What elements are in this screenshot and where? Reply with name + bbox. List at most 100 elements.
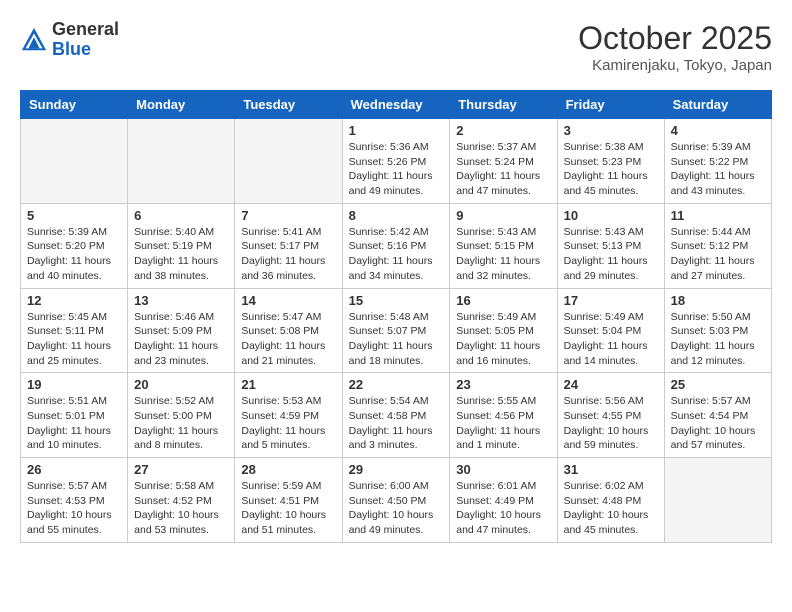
logo-general: General <box>52 20 119 40</box>
cell-info: Sunrise: 5:39 AM Sunset: 5:20 PM Dayligh… <box>27 225 121 284</box>
cell-info: Sunrise: 5:59 AM Sunset: 4:51 PM Dayligh… <box>241 479 335 538</box>
calendar-cell: 13Sunrise: 5:46 AM Sunset: 5:09 PM Dayli… <box>128 288 235 373</box>
calendar-cell: 6 Sunrise: 5:40 AM Sunset: 5:19 PM Daylig… <box>128 203 235 288</box>
day-number: 14 <box>241 293 335 308</box>
logo: General Blue <box>20 20 119 60</box>
cell-info: Sunrise: 5:40 AM Sunset: 5:19 PM Dayligh… <box>134 225 228 284</box>
day-number: 9 <box>456 208 550 223</box>
day-number: 5 <box>27 208 121 223</box>
calendar-cell: 10 Sunrise: 5:43 AM Sunset: 5:13 PM Dayli… <box>557 203 664 288</box>
cell-info: Sunrise: 5:56 AM Sunset: 4:55 PM Dayligh… <box>564 394 658 453</box>
week-row-3: 12Sunrise: 5:45 AM Sunset: 5:11 PM Dayli… <box>21 288 772 373</box>
calendar-cell: 28 Sunrise: 5:59 AM Sunset: 4:51 PM Dayli… <box>235 458 342 543</box>
cell-info: Sunrise: 5:53 AM Sunset: 4:59 PM Dayligh… <box>241 394 335 453</box>
calendar-cell: 27 Sunrise: 5:58 AM Sunset: 4:52 PM Dayli… <box>128 458 235 543</box>
calendar-cell: 14Sunrise: 5:47 AM Sunset: 5:08 PM Dayli… <box>235 288 342 373</box>
column-header-wednesday: Wednesday <box>342 91 450 119</box>
day-number: 28 <box>241 462 335 477</box>
cell-info: Sunrise: 5:57 AM Sunset: 4:54 PM Dayligh… <box>671 394 765 453</box>
month-title: October 2025 <box>578 20 772 57</box>
cell-info: Sunrise: 5:57 AM Sunset: 4:53 PM Dayligh… <box>27 479 121 538</box>
calendar-cell: 5 Sunrise: 5:39 AM Sunset: 5:20 PM Daylig… <box>21 203 128 288</box>
day-number: 13 <box>134 293 228 308</box>
column-header-saturday: Saturday <box>664 91 771 119</box>
logo-blue: Blue <box>52 40 119 60</box>
location: Kamirenjaku, Tokyo, Japan <box>578 57 772 74</box>
day-number: 23 <box>456 377 550 392</box>
day-number: 17 <box>564 293 658 308</box>
calendar-cell: 22 Sunrise: 5:54 AM Sunset: 4:58 PM Dayli… <box>342 373 450 458</box>
cell-info: Sunrise: 5:49 AM Sunset: 5:04 PM Dayligh… <box>564 310 658 369</box>
day-number: 27 <box>134 462 228 477</box>
week-row-2: 5 Sunrise: 5:39 AM Sunset: 5:20 PM Daylig… <box>21 203 772 288</box>
cell-info: Sunrise: 5:43 AM Sunset: 5:13 PM Dayligh… <box>564 225 658 284</box>
cell-info: Sunrise: 6:01 AM Sunset: 4:49 PM Dayligh… <box>456 479 550 538</box>
calendar-cell <box>235 119 342 204</box>
day-number: 6 <box>134 208 228 223</box>
day-number: 30 <box>456 462 550 477</box>
cell-info: Sunrise: 5:51 AM Sunset: 5:01 PM Dayligh… <box>27 394 121 453</box>
cell-info: Sunrise: 5:41 AM Sunset: 5:17 PM Dayligh… <box>241 225 335 284</box>
calendar-cell: 18 Sunrise: 5:50 AM Sunset: 5:03 PM Dayli… <box>664 288 771 373</box>
page-header: General Blue October 2025 Kamirenjaku, T… <box>20 20 772 74</box>
cell-info: Sunrise: 5:50 AM Sunset: 5:03 PM Dayligh… <box>671 310 765 369</box>
cell-info: Sunrise: 5:58 AM Sunset: 4:52 PM Dayligh… <box>134 479 228 538</box>
calendar-cell: 30 Sunrise: 6:01 AM Sunset: 4:49 PM Dayli… <box>450 458 557 543</box>
cell-info: Sunrise: 5:43 AM Sunset: 5:15 PM Dayligh… <box>456 225 550 284</box>
calendar-cell: 23 Sunrise: 5:55 AM Sunset: 4:56 PM Dayli… <box>450 373 557 458</box>
calendar-cell: 1 Sunrise: 5:36 AM Sunset: 5:26 PM Daylig… <box>342 119 450 204</box>
day-number: 31 <box>564 462 658 477</box>
calendar-table: SundayMondayTuesdayWednesdayThursdayFrid… <box>20 90 772 543</box>
day-number: 2 <box>456 123 550 138</box>
calendar-cell: 3 Sunrise: 5:38 AM Sunset: 5:23 PM Daylig… <box>557 119 664 204</box>
calendar-cell: 26Sunrise: 5:57 AM Sunset: 4:53 PM Dayli… <box>21 458 128 543</box>
cell-info: Sunrise: 5:38 AM Sunset: 5:23 PM Dayligh… <box>564 140 658 199</box>
day-number: 24 <box>564 377 658 392</box>
day-number: 29 <box>349 462 444 477</box>
week-row-4: 19Sunrise: 5:51 AM Sunset: 5:01 PM Dayli… <box>21 373 772 458</box>
column-header-sunday: Sunday <box>21 91 128 119</box>
cell-info: Sunrise: 5:54 AM Sunset: 4:58 PM Dayligh… <box>349 394 444 453</box>
day-number: 15 <box>349 293 444 308</box>
calendar-cell: 4 Sunrise: 5:39 AM Sunset: 5:22 PM Daylig… <box>664 119 771 204</box>
cell-info: Sunrise: 6:02 AM Sunset: 4:48 PM Dayligh… <box>564 479 658 538</box>
day-number: 21 <box>241 377 335 392</box>
cell-info: Sunrise: 5:39 AM Sunset: 5:22 PM Dayligh… <box>671 140 765 199</box>
day-number: 25 <box>671 377 765 392</box>
day-number: 18 <box>671 293 765 308</box>
calendar-cell <box>21 119 128 204</box>
calendar-cell: 2Sunrise: 5:37 AM Sunset: 5:24 PM Daylig… <box>450 119 557 204</box>
calendar-cell: 8 Sunrise: 5:42 AM Sunset: 5:16 PM Daylig… <box>342 203 450 288</box>
cell-info: Sunrise: 5:44 AM Sunset: 5:12 PM Dayligh… <box>671 225 765 284</box>
day-number: 8 <box>349 208 444 223</box>
cell-info: Sunrise: 5:55 AM Sunset: 4:56 PM Dayligh… <box>456 394 550 453</box>
calendar-cell: 16Sunrise: 5:49 AM Sunset: 5:05 PM Dayli… <box>450 288 557 373</box>
cell-info: Sunrise: 5:42 AM Sunset: 5:16 PM Dayligh… <box>349 225 444 284</box>
logo-icon <box>20 26 48 54</box>
calendar-cell: 24 Sunrise: 5:56 AM Sunset: 4:55 PM Dayli… <box>557 373 664 458</box>
day-number: 10 <box>564 208 658 223</box>
day-number: 22 <box>349 377 444 392</box>
day-number: 7 <box>241 208 335 223</box>
calendar-cell: 29 Sunrise: 6:00 AM Sunset: 4:50 PM Dayli… <box>342 458 450 543</box>
column-header-friday: Friday <box>557 91 664 119</box>
column-header-thursday: Thursday <box>450 91 557 119</box>
day-number: 3 <box>564 123 658 138</box>
day-number: 1 <box>349 123 444 138</box>
calendar-cell: 21 Sunrise: 5:53 AM Sunset: 4:59 PM Dayli… <box>235 373 342 458</box>
cell-info: Sunrise: 5:48 AM Sunset: 5:07 PM Dayligh… <box>349 310 444 369</box>
week-row-1: 1 Sunrise: 5:36 AM Sunset: 5:26 PM Daylig… <box>21 119 772 204</box>
cell-info: Sunrise: 5:36 AM Sunset: 5:26 PM Dayligh… <box>349 140 444 199</box>
day-number: 12 <box>27 293 121 308</box>
calendar-cell: 20Sunrise: 5:52 AM Sunset: 5:00 PM Dayli… <box>128 373 235 458</box>
calendar-cell <box>664 458 771 543</box>
calendar-cell: 17 Sunrise: 5:49 AM Sunset: 5:04 PM Dayli… <box>557 288 664 373</box>
day-number: 4 <box>671 123 765 138</box>
column-header-tuesday: Tuesday <box>235 91 342 119</box>
column-header-monday: Monday <box>128 91 235 119</box>
day-number: 11 <box>671 208 765 223</box>
calendar-cell: 7 Sunrise: 5:41 AM Sunset: 5:17 PM Daylig… <box>235 203 342 288</box>
cell-info: Sunrise: 6:00 AM Sunset: 4:50 PM Dayligh… <box>349 479 444 538</box>
calendar-cell: 25 Sunrise: 5:57 AM Sunset: 4:54 PM Dayli… <box>664 373 771 458</box>
calendar-cell: 15 Sunrise: 5:48 AM Sunset: 5:07 PM Dayli… <box>342 288 450 373</box>
